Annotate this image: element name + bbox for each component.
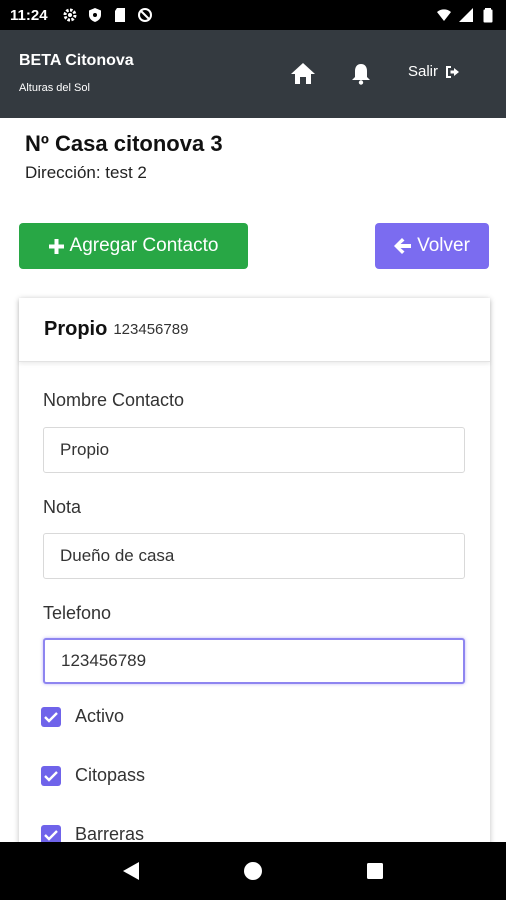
back-triangle-icon[interactable]	[122, 861, 140, 881]
back-label: Volver	[417, 235, 470, 256]
community-name: Alturas del Sol	[19, 82, 90, 94]
contact-name-label: Nombre Contacto	[43, 390, 185, 410]
arrow-left-icon	[394, 238, 412, 254]
checkbox-label: Citopass	[75, 765, 146, 785]
wifi-icon	[437, 9, 451, 21]
add-contact-label: Agregar Contacto	[69, 235, 219, 256]
logout-label: Salir	[408, 63, 439, 80]
house-title: Nº Casa citonova 3	[25, 131, 223, 156]
phone-input[interactable]	[43, 638, 465, 684]
status-time: 11:24	[10, 6, 48, 24]
contact-name-input[interactable]	[43, 427, 465, 473]
signal-icon	[459, 8, 473, 22]
note-input[interactable]	[43, 533, 465, 579]
phone-label: Telefono	[43, 603, 112, 623]
plus-icon	[48, 238, 64, 254]
status-bar: 11:24	[0, 0, 506, 30]
logout-button[interactable]: Salir	[408, 63, 461, 80]
sd-card-icon	[114, 8, 125, 22]
checkbox-checked-icon[interactable]	[41, 765, 61, 786]
home-icon[interactable]	[290, 61, 316, 85]
checkbox-citopass[interactable]: Citopass	[41, 765, 145, 786]
contact-card-header[interactable]: Propio 123456789	[19, 298, 490, 362]
contact-number: 123456789	[113, 321, 189, 338]
system-nav-bar	[0, 842, 506, 900]
battery-icon	[483, 8, 493, 23]
settings-icon	[63, 8, 77, 22]
sign-out-icon	[446, 65, 460, 78]
checkbox-activo[interactable]: Activo	[41, 706, 124, 727]
contact-card: Propio 123456789 Nombre Contacto Nota Te…	[19, 298, 490, 858]
shield-icon	[88, 8, 101, 22]
add-contact-button[interactable]: Agregar Contacto	[19, 223, 248, 269]
contact-name: Propio	[44, 318, 108, 340]
back-button[interactable]: Volver	[375, 223, 489, 269]
recents-square-icon[interactable]	[366, 862, 384, 880]
checkbox-label: Activo	[75, 706, 125, 726]
note-label: Nota	[43, 497, 82, 517]
house-address: Dirección: test 2	[25, 163, 147, 182]
no-disturb-icon	[137, 8, 152, 22]
app-brand[interactable]: BETA Citonova	[19, 52, 134, 70]
bell-icon[interactable]	[351, 63, 371, 85]
home-circle-icon[interactable]	[243, 861, 263, 881]
checkbox-checked-icon[interactable]	[41, 706, 61, 727]
app-bar: BETA Citonova Alturas del Sol Salir	[0, 30, 506, 118]
